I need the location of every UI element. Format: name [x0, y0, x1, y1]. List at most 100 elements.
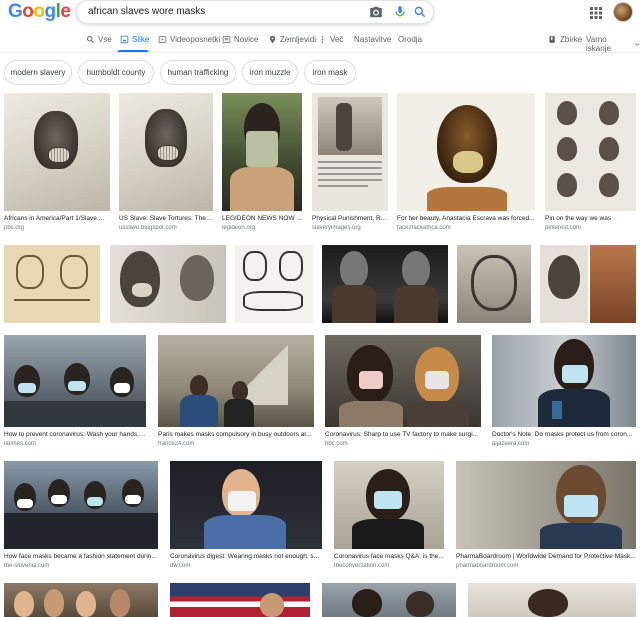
chip-iron-muzzle[interactable]: iron muzzle: [242, 60, 298, 85]
logo-letter: g: [44, 1, 57, 22]
result-source: face2faceafrica.com: [397, 225, 451, 231]
result-caption[interactable]: Coronavirus: Sharp to use TV factory to …: [325, 431, 481, 438]
result-tile[interactable]: Coronavirus face masks Q&A: is the... th…: [334, 461, 444, 573]
result-image[interactable]: [312, 93, 388, 211]
tab-all[interactable]: Vse: [86, 35, 112, 44]
collections-icon: [549, 36, 555, 43]
result-image[interactable]: [322, 245, 448, 323]
search-bar[interactable]: african slaves wore masks: [76, 0, 434, 24]
result-image[interactable]: [119, 93, 213, 211]
result-tile[interactable]: Doctor's Note: Do masks protect us from …: [492, 335, 636, 451]
result-source: pinterest.com: [545, 225, 582, 231]
header-divider: [0, 52, 640, 53]
result-image[interactable]: [235, 245, 313, 323]
chip-label: iron muzzle: [249, 68, 291, 77]
video-icon: [158, 36, 167, 43]
chip-modern-slavery[interactable]: modern slavery: [4, 60, 72, 85]
tab-label: Nastavitve: [354, 35, 392, 44]
result-tile[interactable]: How face masks became a fashion statemen…: [4, 461, 158, 573]
result-image[interactable]: [170, 583, 310, 617]
chip-humboldt-county[interactable]: humboldt county: [78, 60, 154, 85]
tab-videos[interactable]: Videoposnetki: [158, 35, 220, 44]
camera-icon[interactable]: [369, 5, 383, 19]
apps-icon[interactable]: [590, 7, 602, 19]
result-image[interactable]: [4, 335, 146, 427]
result-caption[interactable]: US Slave: Slave Tortures: The ...: [119, 215, 213, 222]
tab-label: Več: [330, 35, 344, 44]
result-image[interactable]: [170, 461, 322, 549]
search-icon: [87, 36, 94, 43]
result-source: dw.com: [170, 563, 191, 569]
result-image[interactable]: [540, 245, 636, 323]
result-caption[interactable]: Doctor's Note: Do masks protect us from …: [492, 431, 636, 438]
result-tile[interactable]: For her beauty, Anastacia Escrava was fo…: [397, 93, 535, 235]
tab-images[interactable]: Slike: [120, 35, 149, 44]
safesearch-link[interactable]: Varno iskanje: [586, 35, 640, 53]
result-caption[interactable]: Coronavirus face masks Q&A: is the...: [334, 553, 444, 560]
mic-icon[interactable]: [393, 5, 407, 19]
result-caption[interactable]: Africans in America/Part 1/Slave ...: [4, 215, 110, 222]
result-image[interactable]: [457, 245, 531, 323]
result-caption[interactable]: Paris makes masks compulsory in busy out…: [158, 431, 314, 438]
result-caption[interactable]: Coronavirus digest: Wearing masks not en…: [170, 553, 322, 560]
result-caption[interactable]: Pin on the way we was: [545, 215, 636, 222]
result-image[interactable]: [492, 335, 636, 427]
search-input[interactable]: african slaves wore masks: [88, 6, 205, 17]
result-image[interactable]: [325, 335, 481, 427]
safesearch-label: Varno iskanje: [586, 35, 611, 53]
tab-tools[interactable]: Orodja: [398, 35, 422, 44]
result-image[interactable]: [158, 335, 314, 427]
result-image[interactable]: [334, 461, 444, 549]
tab-label: Zemljevidi: [280, 35, 317, 44]
result-caption[interactable]: How to prevent coronavirus: Wash your ha…: [4, 431, 146, 438]
result-image[interactable]: [322, 583, 456, 617]
result-image[interactable]: [222, 93, 302, 211]
logo-letter: o: [33, 1, 45, 22]
result-image[interactable]: [456, 461, 636, 549]
chevron-down-icon: [634, 42, 639, 46]
result-image[interactable]: [545, 93, 636, 211]
result-tile[interactable]: Pin on the way we was pinterest.com: [545, 93, 636, 235]
result-tile[interactable]: Africans in America/Part 1/Slave ... pbs…: [4, 93, 110, 235]
result-tile[interactable]: PharmaBoardroom | Worldwide Demand for P…: [456, 461, 636, 573]
result-image[interactable]: [468, 583, 636, 617]
result-image[interactable]: [397, 93, 535, 211]
result-image[interactable]: [4, 461, 158, 549]
collections-link[interactable]: Zbirke: [548, 35, 582, 44]
news-icon: [222, 36, 231, 43]
result-caption[interactable]: PharmaBoardroom | Worldwide Demand for P…: [456, 553, 636, 560]
result-image[interactable]: [4, 583, 158, 617]
result-tile[interactable]: Physical Punishment, R... slaveryimages.…: [312, 93, 388, 235]
chip-human-trafficking[interactable]: human trafficking: [160, 60, 236, 85]
map-pin-icon: [269, 35, 276, 44]
result-tile[interactable]: How to prevent coronavirus: Wash your ha…: [4, 335, 146, 451]
result-tile[interactable]: Coronavirus digest: Wearing masks not en…: [170, 461, 322, 573]
result-source: latimes.com: [4, 441, 37, 447]
result-image[interactable]: [110, 245, 226, 323]
result-source: usslave.blogspot.com: [119, 225, 177, 231]
account-avatar[interactable]: [613, 2, 633, 22]
google-logo[interactable]: Google: [8, 1, 71, 23]
result-image[interactable]: [4, 245, 100, 323]
result-tile[interactable]: Paris makes masks compulsory in busy out…: [158, 335, 314, 451]
logo-letter: o: [22, 1, 34, 22]
result-caption[interactable]: LEGIDEON NEWS NOW ...: [222, 215, 302, 222]
result-source: pharmaboardroom.com: [456, 563, 519, 569]
tab-news[interactable]: Novice: [222, 35, 258, 44]
result-source: the-slovenia.com: [4, 563, 50, 569]
result-source: pbs.org: [4, 225, 25, 231]
search-icon[interactable]: [413, 5, 427, 19]
result-tile[interactable]: US Slave: Slave Tortures: The ... usslav…: [119, 93, 213, 235]
result-tile[interactable]: LEGIDEON NEWS NOW ... legideon.org: [222, 93, 302, 235]
result-tile[interactable]: Coronavirus: Sharp to use TV factory to …: [325, 335, 481, 451]
result-caption[interactable]: For her beauty, Anastacia Escrava was fo…: [397, 215, 535, 222]
tab-more[interactable]: Več: [318, 35, 343, 44]
chip-iron-mask[interactable]: iron mask: [304, 60, 356, 85]
tab-settings[interactable]: Nastavitve: [354, 35, 391, 44]
result-image[interactable]: [4, 93, 110, 211]
tab-label: Novice: [234, 35, 259, 44]
result-caption[interactable]: Physical Punishment, R...: [312, 215, 388, 222]
result-source: bbc.com: [325, 441, 348, 447]
result-caption[interactable]: How face masks became a fashion statemen…: [4, 553, 158, 560]
tab-maps[interactable]: Zemljevidi: [268, 35, 316, 44]
